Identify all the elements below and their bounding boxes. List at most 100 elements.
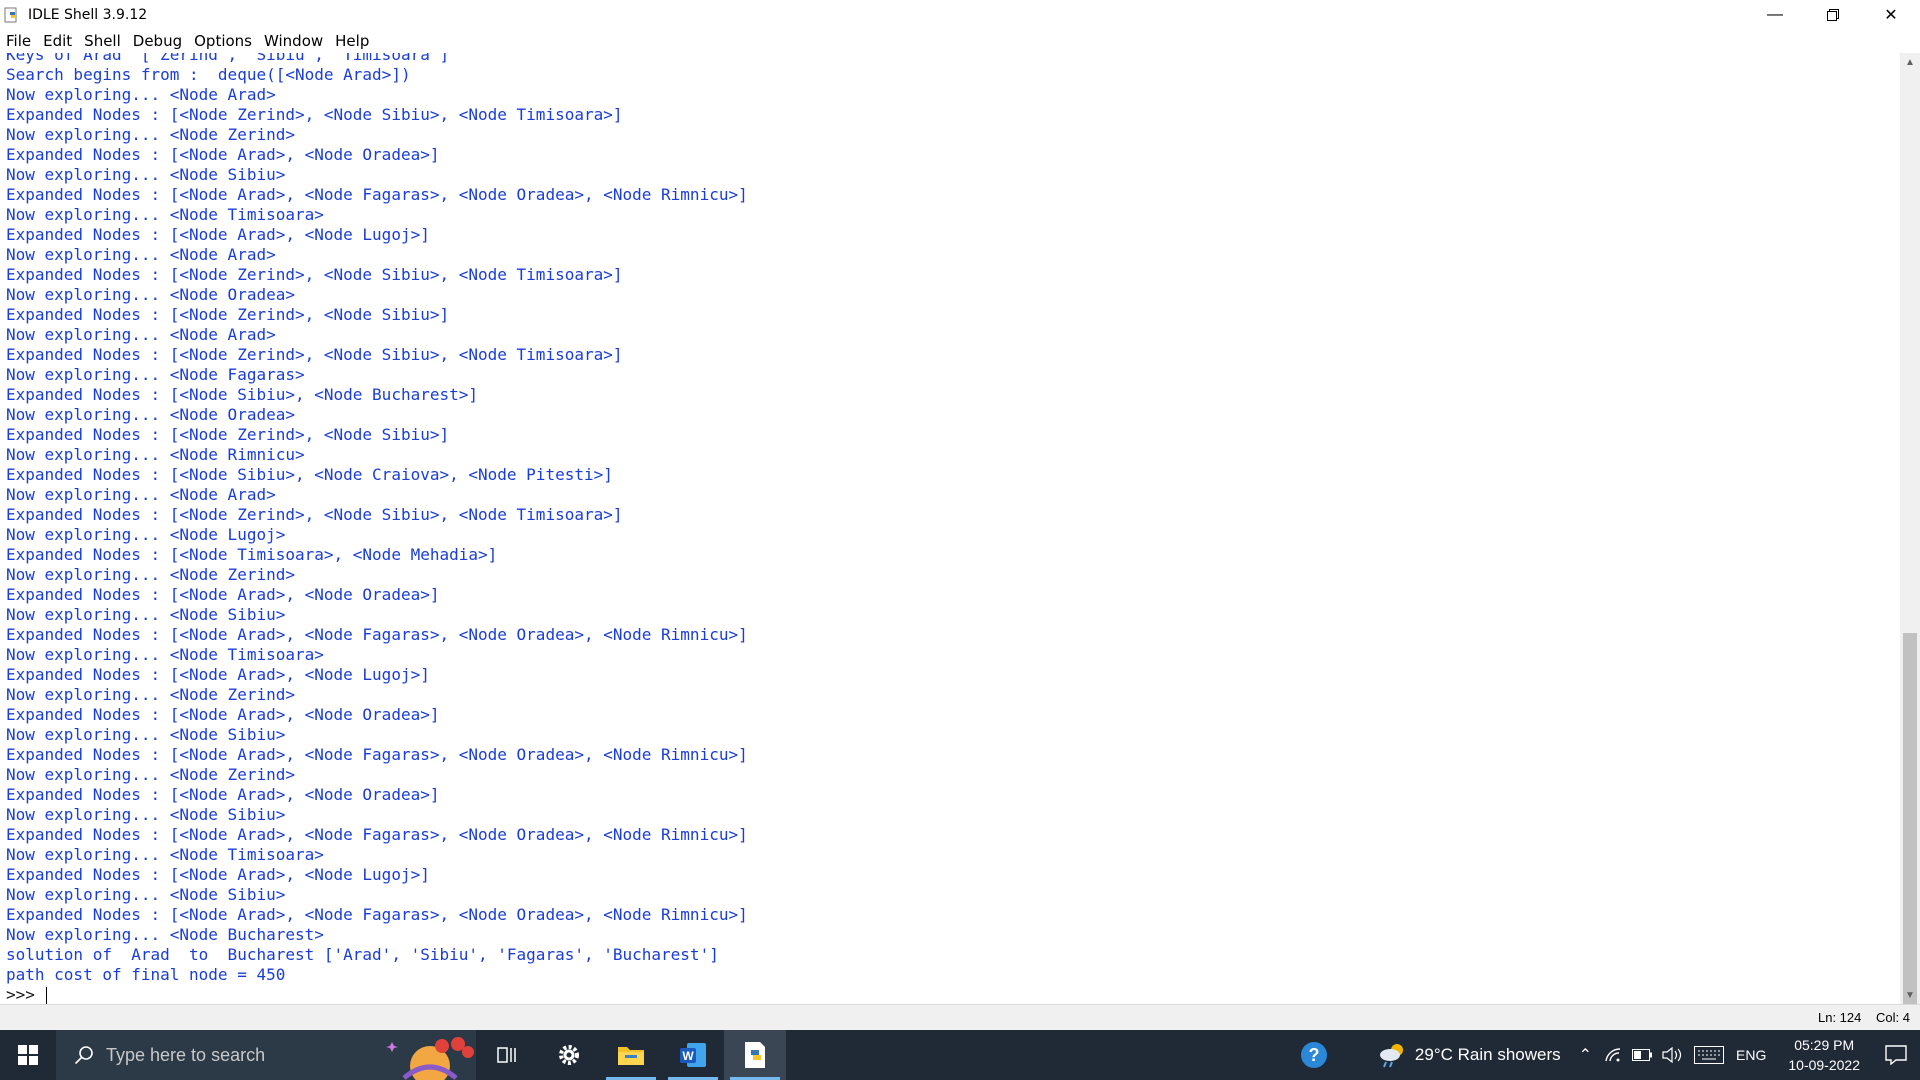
clock-date: 10-09-2022 <box>1788 1057 1860 1073</box>
menu-edit[interactable]: Edit <box>37 29 78 53</box>
weather-widget[interactable]: 29°C Rain showers <box>1377 1042 1561 1068</box>
shell-output-line: Now exploring... <Node Bucharest> <box>6 925 324 944</box>
shell-output-line: Expanded Nodes : [<Node Arad>, <Node Ora… <box>6 145 440 164</box>
shell-output-line: Now exploring... <Node Zerind> <box>6 565 295 584</box>
shell-prompt-line[interactable]: >>> <box>0 985 1899 1004</box>
shell-output-line: Search begins from : deque([<Node Arad>]… <box>6 65 411 84</box>
minimize-icon: — <box>1767 5 1783 23</box>
restore-button[interactable] <box>1804 0 1862 29</box>
system-tray: ? 29°C Rain showers ⌃ ENG 05:29 PM 10-09… <box>1299 1030 1920 1080</box>
taskbar-word[interactable]: W <box>662 1030 724 1080</box>
shell-output-line: Now exploring... <Node Zerind> <box>6 125 295 144</box>
chevron-up-icon: ⌃ <box>1578 1047 1593 1064</box>
status-bar: Ln: 124 Col: 4 <box>0 1004 1920 1031</box>
shell-output-line: Expanded Nodes : [<Node Zerind>, <Node S… <box>6 305 450 324</box>
word-icon: W <box>680 1043 706 1067</box>
taskbar: Type here to search W ? 29°C Rain shower… <box>0 1030 1920 1080</box>
help-icon: ? <box>1300 1042 1327 1068</box>
taskbar-clock[interactable]: 05:29 PM 10-09-2022 <box>1788 1035 1860 1075</box>
shell-output-line: Expanded Nodes : [<Node Arad>, <Node Fag… <box>6 185 748 204</box>
shell-output-line: path cost of final node = 450 <box>6 965 286 984</box>
shell-output-line: Expanded Nodes : [<Node Zerind>, <Node S… <box>6 265 623 284</box>
status-line: Ln: 124 <box>1818 1010 1862 1025</box>
shell-output-line: Expanded Nodes : [<Node Zerind>, <Node S… <box>6 105 623 124</box>
clock-time: 05:29 PM <box>1794 1037 1855 1053</box>
shell-output-line: Now exploring... <Node Arad> <box>6 85 276 104</box>
shell-output-line: Expanded Nodes : [<Node Arad>, <Node Lug… <box>6 225 430 244</box>
gear-icon <box>559 1045 579 1065</box>
menu-options[interactable]: Options <box>188 29 258 53</box>
shell-output-line: Expanded Nodes : [<Node Arad>, <Node Lug… <box>6 665 430 684</box>
menu-debug[interactable]: Debug <box>127 29 188 53</box>
search-icon <box>74 1046 93 1065</box>
shell-output-line: Expanded Nodes : [<Node Arad>, <Node Lug… <box>6 865 430 884</box>
shell-output-line: Expanded Nodes : [<Node Sibiu>, <Node Cr… <box>6 465 613 484</box>
menu-shell[interactable]: Shell <box>78 29 127 53</box>
shell-output-line: Expanded Nodes : [<Node Arad>, <Node Ora… <box>6 585 440 604</box>
notification-center-button[interactable] <box>1872 1030 1920 1080</box>
python-idle-icon <box>745 1042 765 1068</box>
task-view-icon <box>497 1047 516 1063</box>
windows-icon <box>18 1045 38 1065</box>
shell-output-line: Now exploring... <Node Oradea> <box>6 405 295 424</box>
shell-output-line: Expanded Nodes : [<Node Zerind>, <Node S… <box>6 425 450 444</box>
close-button[interactable]: ✕ <box>1862 0 1920 29</box>
taskbar-file-explorer[interactable] <box>600 1030 662 1080</box>
menu-file[interactable]: File <box>0 29 37 53</box>
shell-output-line: Now exploring... <Node Sibiu> <box>6 605 286 624</box>
start-button[interactable] <box>0 1030 56 1080</box>
show-hidden-icons-button[interactable]: ⌃ <box>1579 1045 1592 1065</box>
shell-output-line: Expanded Nodes : [<Node Arad>, <Node Ora… <box>6 705 440 724</box>
shell-output-line: Now exploring... <Node Arad> <box>6 485 276 504</box>
shell-output-line: Now exploring... <Node Sibiu> <box>6 805 286 824</box>
folder-icon <box>618 1047 644 1065</box>
shell-lines: Search begins from : deque([<Node Arad>]… <box>0 65 1899 985</box>
window-title: IDLE Shell 3.9.12 <box>28 6 148 23</box>
keyboard-icon[interactable] <box>1694 1046 1725 1064</box>
shell-output-line: Now exploring... <Node Rimnicu> <box>6 445 305 464</box>
menu-help[interactable]: Help <box>329 29 375 53</box>
taskbar-settings[interactable] <box>538 1030 600 1080</box>
shell-output-line: solution of Arad to Bucharest ['Arad', '… <box>6 945 719 964</box>
close-icon: ✕ <box>1884 6 1898 24</box>
shell-output-line: Expanded Nodes : [<Node Arad>, <Node Fag… <box>6 745 748 764</box>
scroll-up-button[interactable]: ▲ <box>1900 53 1920 71</box>
shell-output-line: Now exploring... <Node Timisoara> <box>6 205 324 224</box>
shell-output-line: Now exploring... <Node Oradea> <box>6 285 295 304</box>
task-view-button[interactable] <box>476 1030 538 1080</box>
minimize-button[interactable]: — <box>1746 0 1804 29</box>
battery-icon[interactable] <box>1632 1049 1653 1061</box>
shell-output-area[interactable]: Keys of Arad ['Zerind', 'Sibiu', 'Timiso… <box>0 53 1899 1004</box>
restore-icon <box>1827 8 1839 21</box>
taskbar-idle[interactable] <box>724 1030 786 1080</box>
svg-text:?: ? <box>1308 1045 1319 1065</box>
rain-cloud-icon <box>1379 1044 1403 1068</box>
vertical-scrollbar[interactable]: ▲ ▼ <box>1900 53 1920 1023</box>
python-idle-icon <box>4 7 17 22</box>
help-button[interactable]: ? <box>1299 1040 1329 1070</box>
language-indicator[interactable]: ENG <box>1736 1047 1766 1063</box>
shell-output-line: Expanded Nodes : [<Node Arad>, <Node Fag… <box>6 625 748 644</box>
scroll-down-button[interactable]: ▼ <box>1900 986 1920 1004</box>
shell-partial-line: Keys of Arad ['Zerind', 'Sibiu', 'Timiso… <box>6 53 450 64</box>
shell-output-line: Now exploring... <Node Timisoara> <box>6 645 324 664</box>
volume-icon[interactable] <box>1662 1047 1682 1063</box>
search-highlight-illustration-icon <box>386 1037 474 1080</box>
shell-output-line: Now exploring... <Node Sibiu> <box>6 725 286 744</box>
scrollbar-thumb[interactable] <box>1903 633 1917 1023</box>
weather-text: 29°C Rain showers <box>1414 1045 1561 1064</box>
taskbar-search-box[interactable]: Type here to search <box>56 1030 476 1080</box>
shell-output-line: Now exploring... <Node Sibiu> <box>6 885 286 904</box>
title-bar: IDLE Shell 3.9.12 — ✕ <box>0 0 1920 29</box>
svg-text:W: W <box>682 1049 694 1063</box>
shell-output-line: Now exploring... <Node Lugoj> <box>6 525 286 544</box>
shell-output-line: Expanded Nodes : [<Node Zerind>, <Node S… <box>6 505 623 524</box>
menu-window[interactable]: Window <box>258 29 329 53</box>
shell-output-line: Expanded Nodes : [<Node Arad>, <Node Fag… <box>6 825 748 844</box>
shell-output-line: Now exploring... <Node Sibiu> <box>6 165 286 184</box>
chevron-up-icon: ▲ <box>1905 56 1915 68</box>
search-placeholder: Type here to search <box>106 1044 266 1065</box>
shell-prompt: >>> <box>6 985 45 1004</box>
shell-output-line: Expanded Nodes : [<Node Arad>, <Node Ora… <box>6 785 440 804</box>
wifi-icon[interactable] <box>1604 1047 1622 1063</box>
